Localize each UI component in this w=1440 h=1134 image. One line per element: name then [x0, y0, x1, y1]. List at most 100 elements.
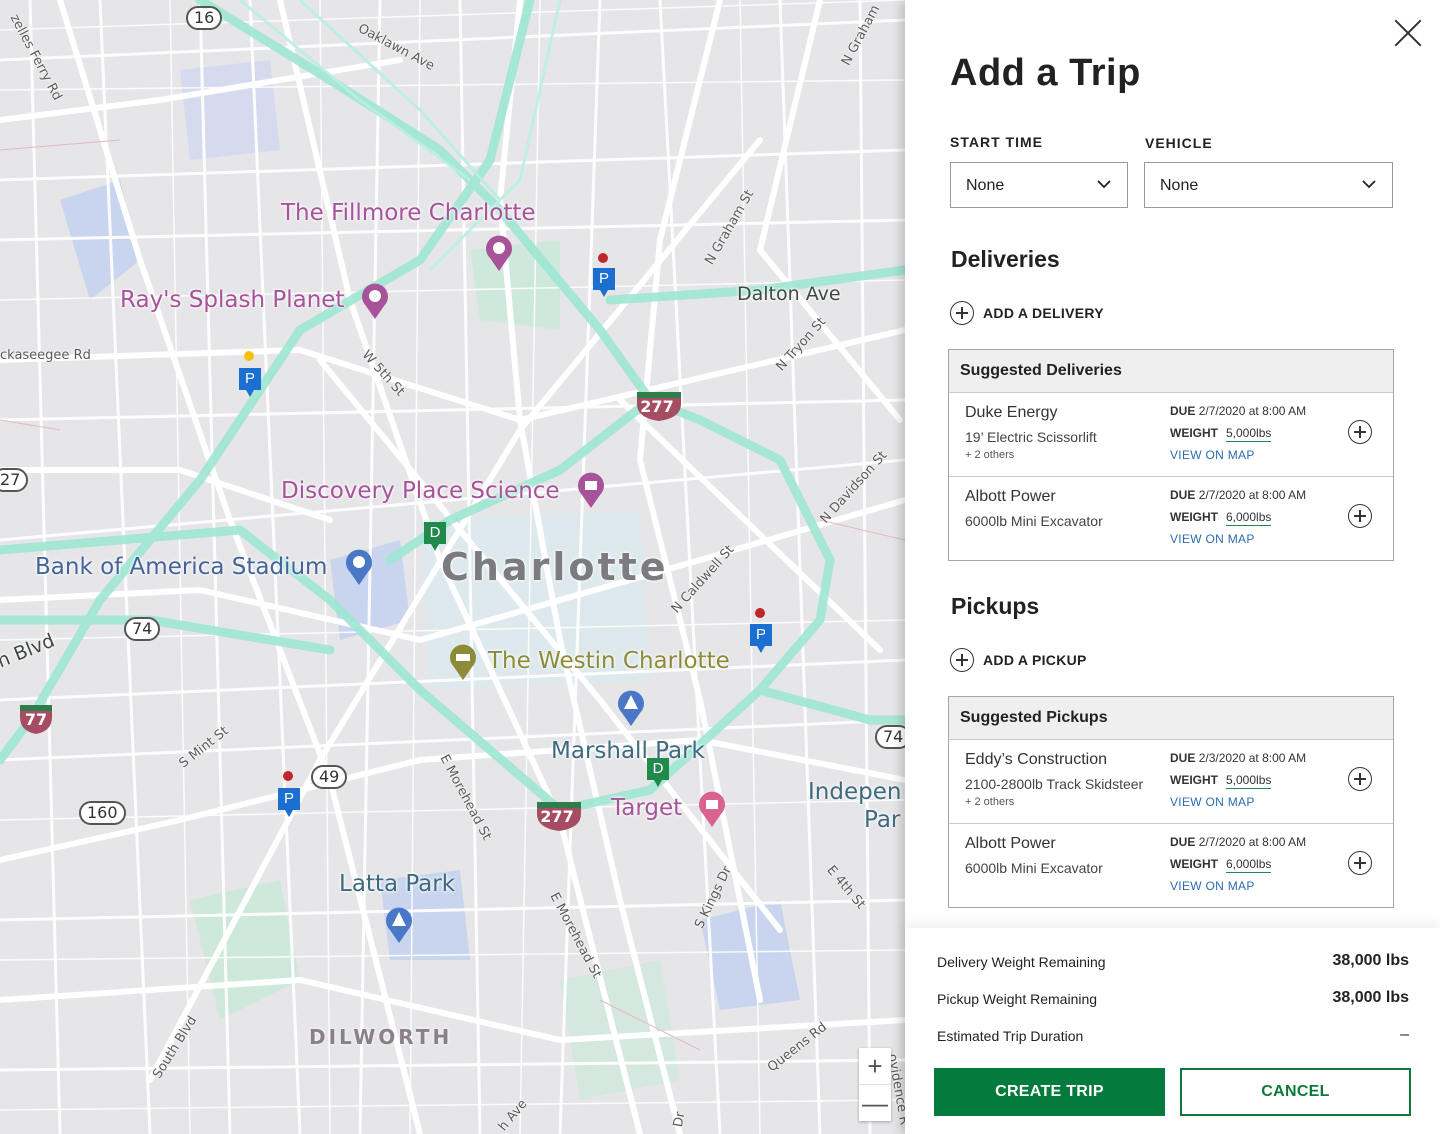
interstate-277-south: 277: [535, 800, 581, 831]
create-trip-button[interactable]: CREATE TRIP: [934, 1068, 1165, 1116]
street-tuckaseegee-rd: ckaseegee Rd: [0, 348, 91, 363]
park-tree-icon[interactable]: [384, 906, 414, 944]
delivery-weight-label: Delivery Weight Remaining: [937, 954, 1106, 970]
view-on-map-link[interactable]: VIEW ON MAP: [1170, 532, 1255, 546]
item-due: DUE 2/7/2020 at 8:00 AM: [1170, 404, 1306, 418]
pickups-heading: Pickups: [951, 593, 1040, 619]
item-others: + 2 others: [965, 449, 1015, 461]
map-label-bank-of-america-stadium[interactable]: Bank of America Stadium: [35, 554, 327, 580]
delivery-pin[interactable]: D: [645, 756, 671, 788]
view-on-map-link[interactable]: VIEW ON MAP: [1170, 879, 1255, 893]
vehicle-value: None: [1160, 177, 1199, 194]
parking-pin[interactable]: P: [237, 366, 263, 398]
route-shield-16: 16: [186, 6, 223, 30]
deliveries-heading: Deliveries: [951, 246, 1060, 272]
map-label-independence-park-1[interactable]: Indepen: [808, 779, 901, 805]
add-circle-icon: [950, 648, 974, 672]
map-label-latta-park[interactable]: Latta Park: [339, 871, 455, 897]
map-view[interactable]: The Fillmore Charlotte Ray's Splash Plan…: [0, 0, 905, 1134]
item-name: Albott Power: [965, 835, 1056, 852]
street-dalton-ave: Dalton Ave: [737, 283, 841, 305]
add-trip-panel: Add a Trip START TIME None VEHICLE None …: [905, 0, 1440, 1134]
cancel-button[interactable]: CANCEL: [1180, 1068, 1411, 1116]
list-item: Albott Power 6000lb Mini Excavator DUE 2…: [949, 823, 1393, 907]
map-label-discovery-place[interactable]: Discovery Place Science: [281, 478, 560, 504]
item-weight: WEIGHT 6,000lbs: [1170, 510, 1272, 526]
zoom-in-button[interactable]: +: [859, 1048, 891, 1084]
weight-label: WEIGHT: [1170, 426, 1218, 440]
add-circle-icon[interactable]: [1348, 851, 1372, 875]
list-item: Duke Energy 19’ Electric Scissorlift + 2…: [949, 393, 1393, 476]
start-time-select[interactable]: None: [950, 162, 1128, 208]
interstate-77-label: 77: [24, 710, 48, 729]
view-on-map-link[interactable]: VIEW ON MAP: [1170, 448, 1255, 462]
pickup-weight-row: Pickup Weight Remaining 38,000 lbs: [937, 989, 1409, 1009]
add-circle-icon: [950, 301, 974, 325]
map-label-rays-splash-planet[interactable]: Ray's Splash Planet: [120, 287, 344, 313]
route-shield-27: 27: [0, 468, 29, 492]
item-weight: WEIGHT 6,000lbs: [1170, 857, 1272, 873]
weight-value: 6,000lbs: [1226, 857, 1272, 873]
interstate-77: 77: [18, 703, 54, 734]
zoom-out-button[interactable]: —: [859, 1084, 891, 1121]
parking-pin-label: P: [244, 370, 255, 387]
map-label-fillmore[interactable]: The Fillmore Charlotte: [281, 200, 536, 226]
route-shield-49: 49: [311, 765, 348, 789]
add-circle-icon[interactable]: [1348, 504, 1372, 528]
panel-title: Add a Trip: [950, 52, 1141, 94]
park-tree-icon[interactable]: [616, 689, 646, 727]
item-due: DUE 2/7/2020 at 8:00 AM: [1170, 835, 1306, 849]
map-label-charlotte: Charlotte: [441, 545, 669, 589]
map-label-marshall-park[interactable]: Marshall Park: [551, 738, 705, 764]
due-value: 2/3/2020 at 8:00 AM: [1198, 751, 1307, 765]
suggested-pickups-card: Suggested Pickups Eddy’s Construction 21…: [948, 696, 1394, 908]
close-icon[interactable]: [1393, 18, 1423, 48]
delivery-pin-label: D: [429, 524, 441, 541]
view-on-map-link[interactable]: VIEW ON MAP: [1170, 795, 1255, 809]
shopping-icon[interactable]: [697, 790, 727, 828]
item-name: Albott Power: [965, 488, 1056, 505]
parking-pin-label: P: [283, 790, 294, 807]
parking-pin[interactable]: P: [591, 266, 617, 298]
map-label-westin[interactable]: The Westin Charlotte: [488, 648, 730, 674]
suggested-deliveries-title: Suggested Deliveries: [949, 350, 1393, 393]
theater-icon[interactable]: [484, 234, 514, 272]
hotel-icon[interactable]: [448, 643, 478, 681]
chevron-down-icon: [1362, 180, 1376, 189]
list-item: Eddy’s Construction 2100-2800lb Track Sk…: [949, 740, 1393, 823]
parking-pin[interactable]: P: [276, 786, 302, 818]
amusement-park-icon[interactable]: [360, 282, 390, 320]
museum-icon[interactable]: [576, 471, 606, 509]
due-value: 2/7/2020 at 8:00 AM: [1198, 835, 1307, 849]
delivery-pin[interactable]: D: [422, 520, 448, 552]
street-dr-bottom: Dr: [670, 1110, 689, 1129]
trip-duration-row: Estimated Trip Duration –: [937, 1026, 1409, 1046]
route-shield-74-right: 74: [875, 725, 905, 749]
trip-duration-label: Estimated Trip Duration: [937, 1028, 1084, 1044]
item-name: Eddy’s Construction: [965, 751, 1107, 768]
add-circle-icon[interactable]: [1348, 767, 1372, 791]
parking-pin[interactable]: P: [748, 622, 774, 654]
vehicle-select[interactable]: None: [1144, 162, 1393, 208]
map-label-independence-park-2[interactable]: Par: [864, 807, 900, 833]
weight-value: 5,000lbs: [1226, 773, 1272, 789]
due-value: 2/7/2020 at 8:00 AM: [1198, 404, 1307, 418]
item-weight: WEIGHT 5,000lbs: [1170, 426, 1272, 442]
parking-pin-label: P: [598, 270, 609, 287]
stadium-icon[interactable]: [344, 548, 374, 586]
delivery-weight-row: Delivery Weight Remaining 38,000 lbs: [937, 952, 1409, 972]
marker-dot-red: [598, 253, 608, 263]
add-circle-icon[interactable]: [1348, 420, 1372, 444]
add-delivery-label: ADD A DELIVERY: [983, 305, 1104, 321]
suggested-deliveries-card: Suggested Deliveries Duke Energy 19’ Ele…: [948, 349, 1394, 561]
add-delivery-button[interactable]: ADD A DELIVERY: [950, 301, 1150, 327]
list-item: Albott Power 6000lb Mini Excavator DUE 2…: [949, 476, 1393, 560]
parking-pin-label: P: [755, 626, 766, 643]
map-label-target[interactable]: Target: [611, 795, 682, 821]
weight-label: WEIGHT: [1170, 857, 1218, 871]
marker-dot-red: [755, 608, 765, 618]
due-label: DUE: [1170, 751, 1196, 765]
add-pickup-button[interactable]: ADD A PICKUP: [950, 648, 1150, 674]
weight-label: WEIGHT: [1170, 510, 1218, 524]
chevron-down-icon: [1097, 180, 1111, 189]
